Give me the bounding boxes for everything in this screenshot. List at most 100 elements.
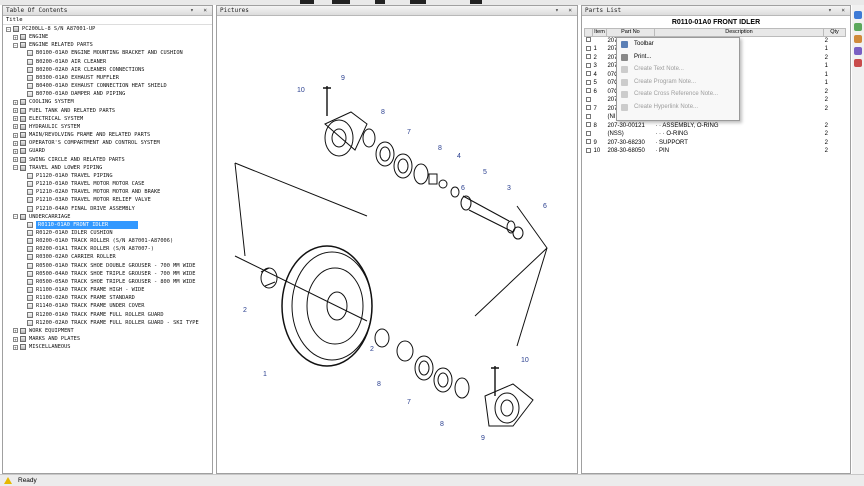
toc-item[interactable]: + WORK EQUIPMENT [13,327,74,335]
parts-row[interactable]: (NSS) · · · O-RING 2 [585,130,846,140]
help-icon[interactable] [854,59,862,67]
toc-panel-buttons[interactable]: ▾ × [190,6,210,16]
callout-label[interactable]: 2 [370,346,374,353]
toc-item[interactable]: R1200-01A0 TRACK FRAME FULL ROLLER GUARD [20,311,164,319]
col-part-no[interactable]: Part No [605,28,655,37]
callout-label[interactable]: 6 [543,203,547,210]
toc-item[interactable]: + SWING CIRCLE AND RELATED PARTS [13,156,125,164]
row-checkbox[interactable] [585,130,591,136]
toc-item[interactable]: B0200-02A0 AIR CLEANER CONNECTIONS [20,66,144,74]
tree-expander-icon[interactable]: + [13,124,18,130]
callout-label[interactable]: 9 [341,75,345,82]
row-checkbox[interactable] [585,96,591,102]
toc-item[interactable]: + COOLING SYSTEM [13,98,74,106]
pictures-panel-buttons[interactable]: ▾ × [555,6,575,16]
toc-item[interactable]: B0400-01A0 EXHAUST CONNECTION HEAT SHIEL… [20,82,167,90]
toc-item[interactable]: + HYDRAULIC SYSTEM [13,123,80,131]
toc-item-selected[interactable]: R0110-01A0 FRONT IDLER [20,220,139,229]
callout-label[interactable]: 8 [381,109,385,116]
toc-item[interactable]: + ENGINE [13,33,48,41]
tree-expander-icon[interactable]: − [13,42,18,48]
toc-item[interactable]: B0200-01A0 AIR CLEANER [20,58,106,66]
context-menu-item[interactable]: Create Text Note... [617,63,739,76]
row-checkbox[interactable] [585,105,591,110]
refresh-icon[interactable] [854,23,862,31]
row-checkbox[interactable] [585,62,591,68]
toc-item[interactable]: B0100-01A0 ENGINE MOUNTING BRACKET AND C… [20,49,183,57]
parts-row[interactable]: 10 208-30-68050 · PIN 2 [585,147,846,157]
toc-item[interactable]: P1210-04A0 FINAL DRIVE ASSEMBLY [20,205,135,213]
tree-expander-icon[interactable]: + [13,328,18,334]
row-checkbox[interactable] [585,147,591,153]
col-description[interactable]: Description [653,28,825,37]
toc-item[interactable]: R1140-01A0 TRACK FRAME UNDER COVER [20,302,144,310]
col-check[interactable] [584,28,593,37]
tree-expander-icon[interactable]: + [13,140,18,146]
row-checkbox[interactable] [585,113,591,119]
toc-item[interactable]: P1210-03A0 TRAVEL MOTOR RELIEF VALVE [20,196,151,204]
toc-column-header[interactable]: Title [3,16,212,25]
tree-expander-icon[interactable]: + [13,34,18,40]
parts-row[interactable]: 9 207-30-68230 · SUPPORT 2 [585,139,846,148]
callout-label[interactable]: 9 [481,435,485,442]
callout-label[interactable]: 8 [440,421,444,428]
row-checkbox[interactable] [585,45,591,51]
callout-label[interactable]: 8 [438,145,442,152]
toc-item[interactable]: R1200-02A0 TRACK FRAME FULL ROLLER GUARD… [20,319,199,327]
toc-item[interactable]: R0200-01A0 TRACK ROLLER (S/N A87001-A870… [20,237,173,245]
parts-row[interactable]: 8 207-30-00121 · · ASSEMBLY, O-RING 2 [585,122,846,131]
callout-label[interactable]: 4 [457,153,461,160]
row-checkbox[interactable] [585,71,591,76]
row-checkbox[interactable] [585,54,591,59]
toc-item[interactable]: − ENGINE RELATED PARTS [13,41,93,49]
toc-item[interactable]: P1210-02A0 TRAVEL MOTOR MOTOR AND BRAKE [20,188,160,196]
toc-item[interactable]: + OPERATOR'S COMPARTMENT AND CONTROL SYST… [13,139,160,147]
tree-expander-icon[interactable]: + [13,108,18,114]
toc-item[interactable]: + GUARD [13,147,45,155]
tree-expander-icon[interactable]: + [13,99,18,105]
toc-item[interactable]: − TRAVEL AND LOWER PIPING [13,164,102,172]
callout-label[interactable]: 10 [521,357,529,364]
toc-item[interactable]: R0200-01A1 TRACK ROLLER (S/N A87007-) [20,245,154,253]
tree-expander-icon[interactable]: − [13,214,18,220]
nav-icon[interactable] [854,11,862,19]
callout-label[interactable]: 7 [407,129,411,136]
toc-item[interactable]: P1210-01A0 TRAVEL MOTOR MOTOR CASE [20,180,144,188]
context-menu[interactable]: Toolbar Print... Create Text Note... Create… [616,37,740,121]
tree-expander-icon[interactable]: + [13,344,18,350]
tree-expander-icon[interactable]: + [13,336,18,342]
bookmark-icon[interactable] [854,35,862,43]
toc-item[interactable]: − UNDERCARRIAGE [13,213,70,221]
tree-expander-icon[interactable]: + [13,157,18,163]
toc-item[interactable]: R1100-02A0 TRACK FRAME STANDARD [20,294,135,302]
callout-label[interactable]: 10 [297,87,305,94]
callout-label[interactable]: 2 [243,307,247,314]
row-checkbox[interactable] [585,122,591,127]
callout-label[interactable]: 7 [407,399,411,406]
toc-item[interactable]: R0500-01A0 TRACK SHOE DOUBLE GROUSER - 7… [20,262,195,270]
parts-panel-buttons[interactable]: ▾ × [828,6,848,16]
callout-label[interactable]: 1 [263,371,267,378]
toc-item[interactable]: + FUEL TANK AND RELATED PARTS [13,107,115,115]
row-checkbox[interactable] [585,139,591,144]
row-checkbox[interactable] [585,88,591,93]
tree-expander-icon[interactable]: − [13,165,18,171]
toc-item[interactable]: R0120-01A0 IDLER CUSHION [20,229,113,237]
context-menu-item[interactable]: Toolbar [617,38,739,51]
toc-item[interactable]: R0500-04A0 TRACK SHOE TRIPLE GROUSER - 7… [20,270,195,278]
callout-label[interactable]: 3 [507,185,511,192]
col-item[interactable]: Item [591,28,607,37]
tree-expander-icon[interactable]: + [13,148,18,154]
callout-label[interactable]: 6 [461,185,465,192]
toc-item[interactable]: R0500-05A0 TRACK SHOE TRIPLE GROUSER - 8… [20,278,195,286]
toc-item[interactable]: + MARKS AND PLATES [13,335,80,343]
tree-expander-icon[interactable]: + [13,116,18,122]
exploded-parts-diagram[interactable]: 10 9 8 7 8 4 5 6 3 6 2 1 2 8 7 8 10 9 [217,16,577,474]
toc-item[interactable]: R1100-01A0 TRACK FRAME HIGH - WIDE [20,286,144,294]
tree-expander-icon[interactable]: + [13,132,18,138]
toc-item[interactable]: R0300-02A0 CARRIER ROLLER [20,253,116,261]
tree-expander-icon[interactable]: − [6,26,11,32]
row-checkbox[interactable] [585,37,591,42]
context-menu-item[interactable]: Create Program Note... [617,76,739,89]
context-menu-item[interactable]: Create Hyperlink Note... [617,101,739,114]
